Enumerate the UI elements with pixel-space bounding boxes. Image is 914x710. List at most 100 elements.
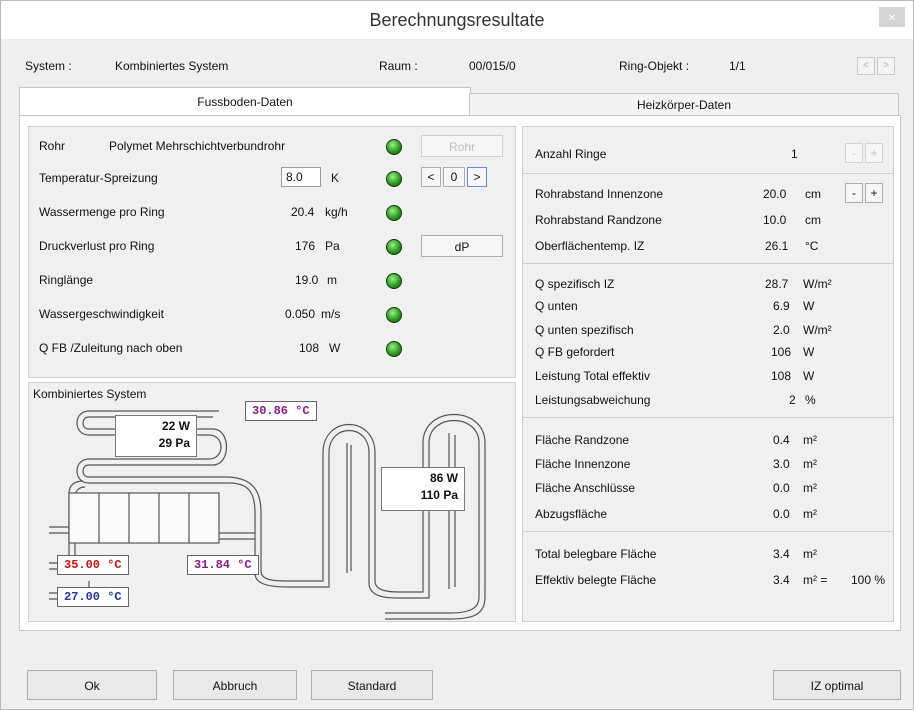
- rohrabstand-rand-value: 10.0: [763, 213, 787, 227]
- rohrabstand-innen-value: 20.0: [763, 187, 787, 201]
- wassergeschwindigkeit-label: Wassergeschwindigkeit: [39, 307, 164, 321]
- q-unten-spezifisch-label: Q unten spezifisch: [535, 323, 634, 337]
- druckverlust-label: Druckverlust pro Ring: [39, 239, 155, 253]
- abstand-minus-button[interactable]: -: [845, 183, 863, 203]
- temp-return-label: 27.00 °C: [57, 587, 129, 607]
- stepper-value: 0: [443, 167, 465, 187]
- q-fb-gefordert-label: Q FB gefordert: [535, 345, 615, 359]
- qfb-label: Q FB /Zuleitung nach oben: [39, 341, 183, 355]
- temp-spreizung-input[interactable]: 8.0: [281, 167, 321, 187]
- flaeche-randzone-label: Fläche Randzone: [535, 433, 630, 447]
- tab-content: Rohr Polymet Mehrschichtverbundrohr Rohr…: [19, 115, 901, 631]
- wassergeschwindigkeit-value: 0.050: [285, 307, 316, 321]
- stepper-prev-button[interactable]: <: [421, 167, 441, 187]
- rohrabstand-rand-label: Rohrabstand Randzone: [535, 213, 662, 227]
- loop2-result-box: 86 W 110 Pa: [381, 467, 465, 511]
- dialog-window: Berechnungsresultate × System : Kombinie…: [0, 0, 914, 710]
- standard-button[interactable]: Standard: [311, 670, 433, 700]
- ok-button[interactable]: Ok: [27, 670, 157, 700]
- pipe-line: [49, 526, 69, 534]
- prev-ring-button[interactable]: <: [857, 57, 875, 75]
- leistungsabweichung-label: Leistungsabweichung: [535, 393, 651, 407]
- system-value: Kombiniertes System: [115, 59, 229, 73]
- total-belegbare-flaeche-unit: m²: [803, 547, 817, 561]
- rohrabstand-innen-label: Rohrabstand Innenzone: [535, 187, 664, 201]
- raum-label: Raum :: [379, 59, 418, 73]
- ringlaenge-label: Ringlänge: [39, 273, 94, 287]
- pipe-line: [219, 532, 255, 540]
- anzahl-plus-button[interactable]: +: [865, 143, 883, 163]
- pipe-line: [346, 433, 456, 589]
- q-unten-label: Q unten: [535, 299, 578, 313]
- stepper-next-button[interactable]: >: [467, 167, 487, 187]
- leistung-total-unit: W: [803, 369, 815, 383]
- status-led-icon: [386, 239, 402, 255]
- total-belegbare-flaeche-value: 3.4: [773, 547, 790, 561]
- system-diagram-panel: Kombiniertes System 22 W 29 Pa 86 W 110 …: [28, 382, 516, 622]
- leistung-total-label: Leistung Total effektiv: [535, 369, 650, 383]
- flaeche-innenzone-value: 3.0: [773, 457, 790, 471]
- abzugsflaeche-unit: m²: [803, 507, 817, 521]
- flaeche-anschluesse-unit: m²: [803, 481, 817, 495]
- ringlaenge-value: 19.0: [295, 273, 319, 287]
- effektiv-belegte-flaeche-value: 3.4: [773, 573, 790, 587]
- loop1-result-box: 22 W 29 Pa: [115, 415, 197, 457]
- abzugsflaeche-value: 0.0: [773, 507, 790, 521]
- leistungsabweichung-value: 2: [789, 393, 796, 407]
- ring-object-label: Ring-Objekt :: [619, 59, 690, 73]
- status-led-icon: [386, 273, 402, 289]
- iz-optimal-button[interactable]: IZ optimal: [773, 670, 901, 700]
- rohr-label: Rohr: [39, 139, 66, 153]
- temp-supply-label: 35.00 °C: [57, 555, 129, 575]
- q-unten-spezifisch-unit: W/m²: [803, 323, 832, 337]
- anzahl-minus-button[interactable]: -: [845, 143, 863, 163]
- rohr-button[interactable]: Rohr: [421, 135, 503, 157]
- rohrabstand-innen-unit: cm: [805, 187, 821, 201]
- divider: [523, 263, 893, 264]
- window-title: Berechnungsresultate: [369, 10, 545, 30]
- tab-fussboden-daten[interactable]: Fussboden-Daten: [19, 87, 471, 116]
- status-led-icon: [386, 171, 402, 187]
- loop2-pressure: 110 Pa: [420, 488, 458, 502]
- info-bar: System : Kombiniertes System Raum : 00/0…: [19, 55, 899, 77]
- temp-mid-label: 31.84 °C: [187, 555, 259, 575]
- temp-spreizung-label: Temperatur-Spreizung: [39, 171, 158, 185]
- flaeche-randzone-unit: m²: [803, 433, 817, 447]
- status-led-icon: [386, 307, 402, 323]
- rohr-value: Polymet Mehrschichtverbundrohr: [109, 139, 286, 153]
- total-belegbare-flaeche-label: Total belegbare Fläche: [535, 547, 657, 561]
- q-fb-gefordert-unit: W: [803, 345, 815, 359]
- effektiv-belegte-flaeche-label: Effektiv belegte Fläche: [535, 573, 657, 587]
- close-button[interactable]: ×: [879, 7, 905, 27]
- pipe-line: [228, 420, 480, 614]
- q-unten-value: 6.9: [773, 299, 790, 313]
- radiator-icon: [68, 492, 220, 544]
- tab-heizkoerper-daten[interactable]: Heizkörper-Daten: [469, 93, 899, 117]
- wassermenge-label: Wassermenge pro Ring: [39, 205, 165, 219]
- oberflaechentemp-label: Oberflächentemp. IZ: [535, 239, 645, 253]
- pipe-line: [76, 458, 229, 484]
- wassergeschwindigkeit-unit: m/s: [321, 307, 341, 321]
- loop2-power: 86 W: [429, 471, 458, 485]
- dp-button[interactable]: dP: [421, 235, 503, 257]
- druckverlust-value: 176: [295, 239, 316, 253]
- status-led-icon: [386, 341, 402, 357]
- ring-object-value: 1/1: [729, 59, 746, 73]
- flaeche-anschluesse-label: Fläche Anschlüsse: [535, 481, 636, 495]
- pipe-line: [224, 413, 486, 620]
- q-unten-unit: W: [803, 299, 815, 313]
- qfb-value: 108: [299, 341, 320, 355]
- effektiv-belegte-flaeche-percent: 100 %: [851, 573, 886, 587]
- wassermenge-unit: kg/h: [325, 205, 348, 219]
- abbruch-button[interactable]: Abbruch: [173, 670, 297, 700]
- q-spezifisch-value: 28.7: [765, 277, 789, 291]
- raum-value: 00/015/0: [469, 59, 516, 73]
- q-fb-gefordert-value: 106: [771, 345, 792, 359]
- leistung-total-value: 108: [771, 369, 792, 383]
- divider: [523, 531, 893, 532]
- title-bar: Berechnungsresultate ×: [1, 1, 913, 39]
- oberflaechentemp-unit: °C: [805, 239, 819, 253]
- next-ring-button[interactable]: >: [877, 57, 895, 75]
- abstand-plus-button[interactable]: +: [865, 183, 883, 203]
- divider: [523, 173, 893, 174]
